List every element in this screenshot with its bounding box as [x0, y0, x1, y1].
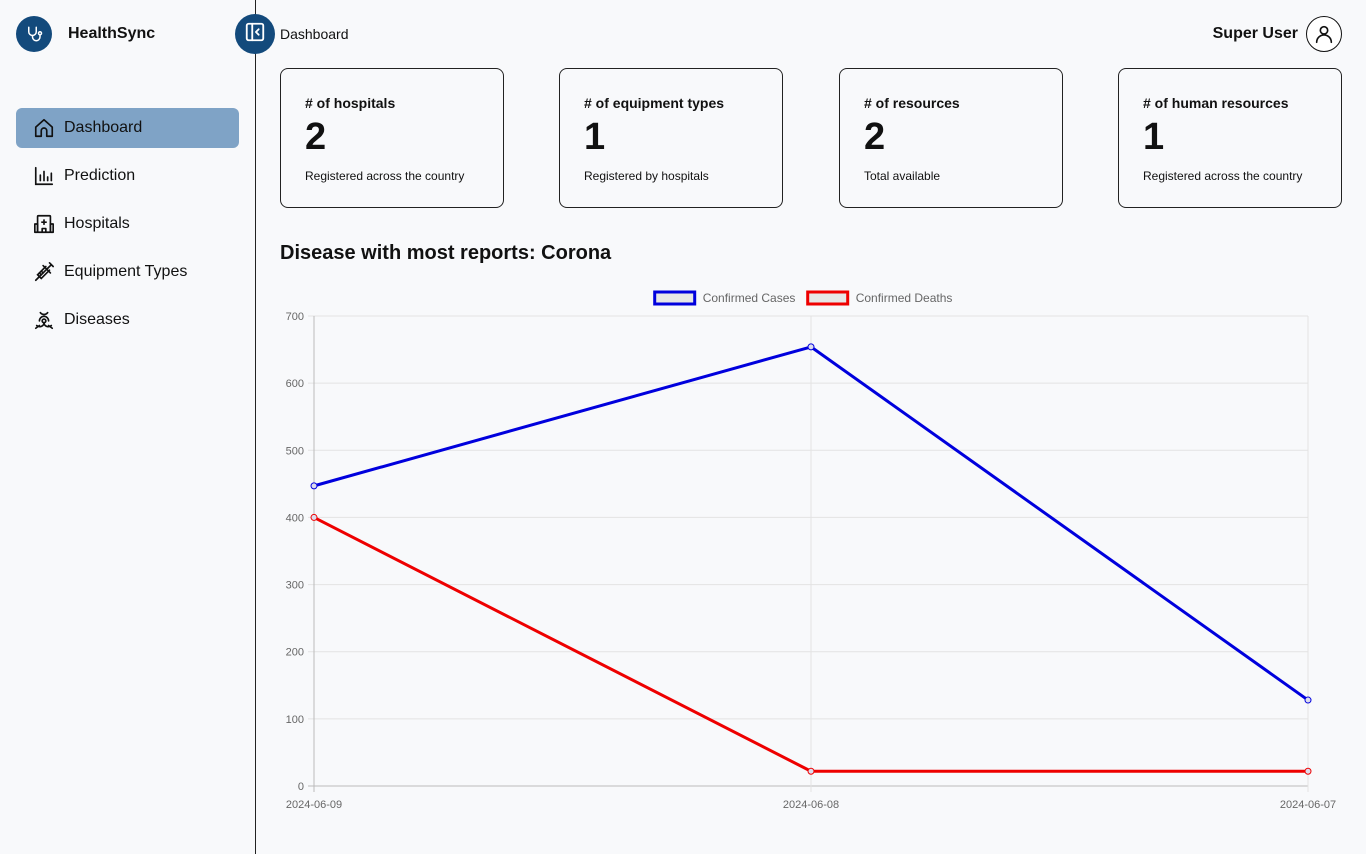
legend-label: Confirmed Cases — [703, 291, 796, 305]
card-title: # of hospitals — [305, 95, 396, 111]
user-avatar-icon[interactable] — [1306, 16, 1342, 52]
stat-card-equipment-types: # of equipment types 1 Registered by hos… — [559, 68, 783, 208]
disease-line-chart: 0 100 200 300 400 500 600 700 2024-06-09 2024-06-… — [280, 286, 1342, 816]
card-value: 1 — [1143, 116, 1165, 158]
panel-collapse-icon — [244, 21, 266, 48]
brand[interactable]: HealthSync — [16, 16, 155, 52]
data-point — [310, 482, 318, 490]
sidebar-item-equipment-types[interactable]: Equipment Types — [16, 252, 239, 292]
card-subtitle: Registered by hospitals — [584, 169, 709, 183]
card-title: # of equipment types — [584, 95, 725, 111]
stat-card-hospitals: # of hospitals 2 Registered across the c… — [280, 68, 504, 208]
card-subtitle: Registered across the country — [1143, 169, 1303, 183]
sidebar-item-label: Prediction — [64, 167, 136, 184]
card-value: 2 — [305, 116, 327, 158]
stethoscope-icon — [16, 16, 52, 52]
y-tick-label: 500 — [286, 445, 304, 457]
user-menu[interactable]: Super User — [1213, 16, 1342, 52]
data-point — [310, 513, 318, 521]
syringe-icon — [32, 260, 56, 284]
biohazard-icon — [32, 308, 56, 332]
card-value: 1 — [584, 116, 606, 158]
legend-swatch-0 — [653, 290, 697, 306]
bar-chart-icon — [32, 164, 56, 188]
sidebar: HealthSync Dashboard Prediction Hospital… — [0, 0, 256, 854]
stat-card-resources: # of resources 2 Total available — [839, 68, 1063, 208]
card-value: 2 — [864, 116, 886, 158]
breadcrumb: Dashboard — [280, 26, 349, 42]
data-point — [807, 767, 815, 775]
app-name: HealthSync — [68, 25, 156, 42]
legend-label: Confirmed Deaths — [856, 291, 953, 305]
sidebar-item-diseases[interactable]: Diseases — [16, 300, 239, 340]
sidebar-item-prediction[interactable]: Prediction — [16, 156, 239, 196]
user-name: Super User — [1212, 25, 1298, 42]
y-tick-label: 0 — [298, 781, 304, 793]
y-tick-label: 300 — [286, 580, 304, 592]
sidebar-item-hospitals[interactable]: Hospitals — [16, 204, 239, 244]
card-subtitle: Total available — [864, 169, 941, 183]
x-tick-label: 2024-06-07 — [1280, 799, 1336, 811]
card-title: # of human resources — [1143, 95, 1289, 111]
x-tick-label: 2024-06-09 — [286, 799, 342, 811]
sidebar-item-label: Dashboard — [64, 119, 143, 136]
y-tick-label: 200 — [286, 647, 304, 659]
section-title: Disease with most reports: Corona — [280, 242, 612, 264]
sidebar-nav: Dashboard Prediction Hospitals Equipment… — [16, 108, 239, 348]
y-tick-label: 400 — [286, 512, 304, 524]
stats-cards: # of hospitals 2 Registered across the c… — [280, 68, 1342, 208]
y-tick-label: 600 — [286, 378, 304, 390]
data-point — [807, 343, 815, 351]
home-icon — [32, 116, 56, 140]
sidebar-item-label: Hospitals — [64, 215, 130, 232]
y-tick-label: 100 — [286, 714, 304, 726]
y-tick-label: 700 — [286, 311, 304, 323]
data-point — [1304, 767, 1312, 775]
hospital-icon — [32, 212, 56, 236]
sidebar-item-dashboard[interactable]: Dashboard — [16, 108, 239, 148]
x-tick-label: 2024-06-08 — [783, 799, 839, 811]
card-title: # of resources — [864, 95, 960, 111]
sidebar-item-label: Diseases — [64, 311, 130, 328]
card-subtitle: Registered across the country — [305, 169, 465, 183]
chart-svg: 0 100 200 300 400 500 600 700 2024-06-09 2024-06-… — [286, 290, 1336, 811]
legend-swatch-1 — [806, 290, 850, 306]
stat-card-human-resources: # of human resources 1 Registered across… — [1118, 68, 1342, 208]
sidebar-item-label: Equipment Types — [64, 263, 188, 280]
data-point — [1304, 696, 1312, 704]
sidebar-toggle-button[interactable] — [235, 14, 275, 54]
